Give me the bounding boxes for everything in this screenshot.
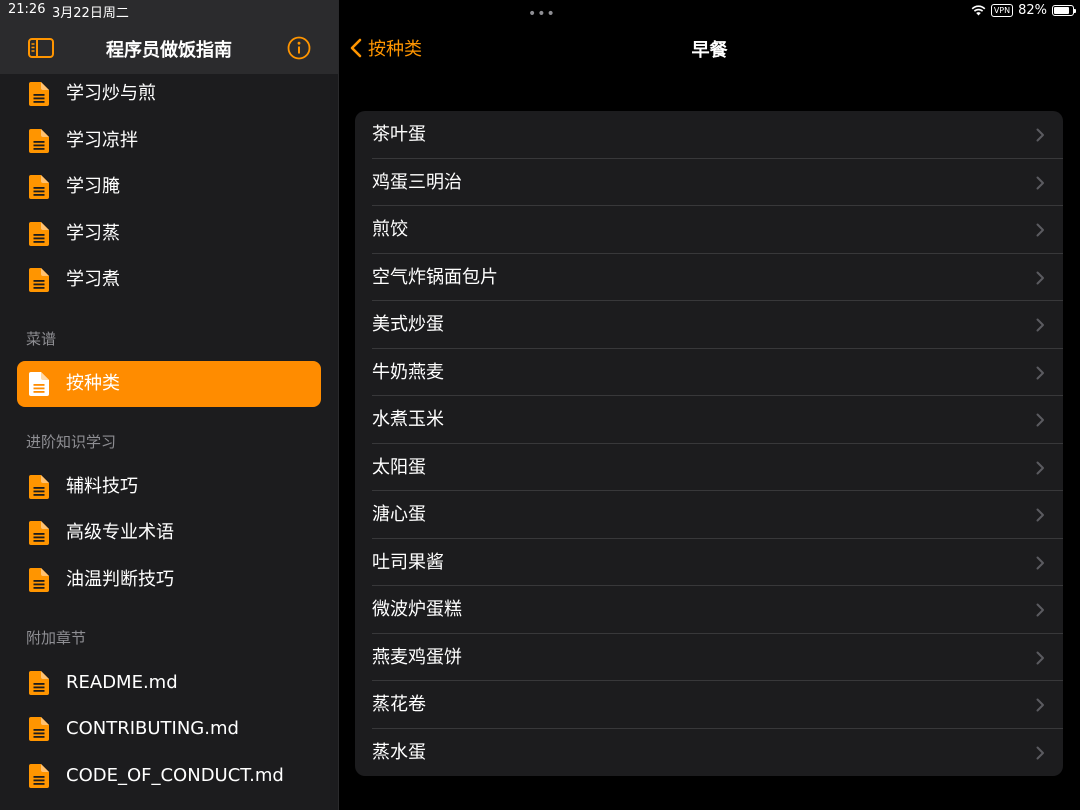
list-item-label: 吐司果酱 [372,551,444,573]
document-icon [29,82,49,106]
list-item[interactable]: 煎饺 [355,206,1063,254]
recipe-list: 茶叶蛋鸡蛋三明治煎饺空气炸锅面包片 美式炒蛋牛奶燕麦水煮玉米太阳蛋溏心蛋吐司果酱微… [355,111,1063,776]
list-item-label: 溏心蛋 [372,504,426,525]
multitasking-dots-icon[interactable]: ••• [528,6,556,22]
sidebar-item-terminology[interactable]: 高级专业术语 [17,510,321,556]
chevron-right-icon [1036,746,1044,759]
chevron-right-icon [1036,128,1044,142]
list-item-label: 太阳蛋 [372,456,426,478]
document-icon [29,717,49,741]
list-item-label: 燕麦鸡蛋饼 [372,646,462,668]
document-icon [29,475,49,499]
sidebar: 21:26 3月22日周二 程序员做饭指南 学习炒与煎 学习凉拌 学习腌 学习蒸 [0,0,338,810]
chevron-right-icon [1036,413,1044,427]
sidebar-item-readme[interactable]: README.md [17,660,321,706]
list-item[interactable]: 燕麦鸡蛋饼 [355,634,1063,681]
list-item-label: 微波炉蛋糕 [372,599,462,620]
list-item[interactable]: 美式炒蛋 [355,301,1063,349]
list-item[interactable]: 溏心蛋 [355,491,1063,539]
list-item[interactable]: 茶叶蛋 [355,111,1063,159]
section-header-advanced: 进阶知识学习 [26,433,117,451]
section-header-recipes: 菜谱 [26,330,57,348]
document-icon [29,764,49,788]
sidebar-item-seasoning-tips[interactable]: 辅料技巧 [17,464,321,510]
sidebar-item-label: 油温判断技巧 [66,569,174,590]
vpn-badge: VPN [990,3,1014,17]
sidebar-item-oil-temperature[interactable]: 油温判断技巧 [17,557,321,603]
sidebar-item-label: CONTRIBUTING.md [66,718,239,739]
document-icon [29,568,49,592]
document-icon [29,268,49,292]
list-item[interactable]: 太阳蛋 [355,444,1063,491]
document-icon [29,521,49,545]
info-icon[interactable] [287,36,311,60]
sidebar-item-label: README.md [66,672,178,693]
sidebar-item-label: 学习凉拌 [66,130,138,151]
list-item[interactable]: 鸡蛋三明治 [355,159,1063,206]
list-item-label: 茶叶蛋 [372,124,426,145]
status-bar-right: VPN 82% [971,1,1076,19]
sidebar-item-pickle[interactable]: 学习腌 [17,164,321,210]
sidebar-item-label: 学习腌 [66,176,120,197]
battery-icon [1052,4,1076,16]
sidebar-item-label: 学习蒸 [66,223,120,244]
status-date: 3月22日周二 [52,6,129,21]
sidebar-item-label: 高级专业术语 [66,522,174,543]
document-icon [29,175,49,199]
list-item[interactable]: 蒸花卷 [355,681,1063,729]
sidebar-item-label: 辅料技巧 [66,476,138,497]
list-item-label: 煎饺 [372,219,408,240]
chevron-right-icon [1036,271,1044,284]
chevron-right-icon [1036,176,1044,189]
list-item-label: 蒸花卷 [372,694,426,715]
document-icon [29,222,49,246]
list-item[interactable]: 空气炸锅面包片 [355,254,1063,301]
list-item-label: 牛奶燕麦 [372,361,444,383]
list-item[interactable]: 蒸水蛋 [355,729,1063,777]
document-icon [29,671,49,695]
list-item[interactable]: 水煮玉米 [355,396,1063,444]
sidebar-item-contributing[interactable]: CONTRIBUTING.md [17,706,321,752]
status-time: 21:26 [8,2,46,17]
chevron-right-icon [1036,318,1044,332]
sidebar-item-by-category[interactable]: 按种类 [17,361,321,407]
list-item[interactable]: 微波炉蛋糕 [355,586,1063,634]
list-item[interactable]: 吐司果酱 [355,539,1063,586]
chevron-right-icon [1036,698,1044,712]
section-header-appendix: 附加章节 [26,629,87,647]
sidebar-item-label: 按种类 [66,373,120,394]
list-item-label: 空气炸锅面包片 [372,266,498,288]
chevron-right-icon [1036,223,1044,237]
page-title: 早餐 [691,40,728,61]
sidebar-header: 21:26 3月22日周二 程序员做饭指南 [0,0,338,74]
list-item-label: 鸡蛋三明治 [372,171,462,193]
sidebar-item-code-of-conduct[interactable]: CODE_OF_CONDUCT.md [17,753,321,799]
chevron-right-icon [1036,651,1044,664]
chevron-right-icon [1036,461,1044,474]
sidebar-item-steam[interactable]: 学习蒸 [17,211,321,257]
chevron-right-icon [1036,603,1044,617]
list-item-label: 美式炒蛋 [372,314,444,335]
sidebar-item-boil[interactable]: 学习煮 [17,257,321,303]
list-item-label: 水煮玉米 [372,409,444,430]
wifi-icon [971,5,986,16]
sidebar-item-cold-dish[interactable]: 学习凉拌 [17,118,321,164]
document-icon [29,372,49,396]
sidebar-item-stir-fry[interactable]: 学习炒与煎 [17,71,321,117]
chevron-right-icon [1036,556,1044,569]
sidebar-item-label: 学习炒与煎 [66,83,156,104]
list-item[interactable]: 牛奶燕麦 [355,349,1063,396]
sidebar-item-label: CODE_OF_CONDUCT.md [66,765,284,786]
document-icon [29,129,49,153]
chevron-right-icon [1036,508,1044,522]
battery-percent: 82% [1018,2,1047,18]
sidebar-item-label: 学习煮 [66,269,120,290]
chevron-right-icon [1036,366,1044,379]
list-item-label: 蒸水蛋 [372,741,426,763]
